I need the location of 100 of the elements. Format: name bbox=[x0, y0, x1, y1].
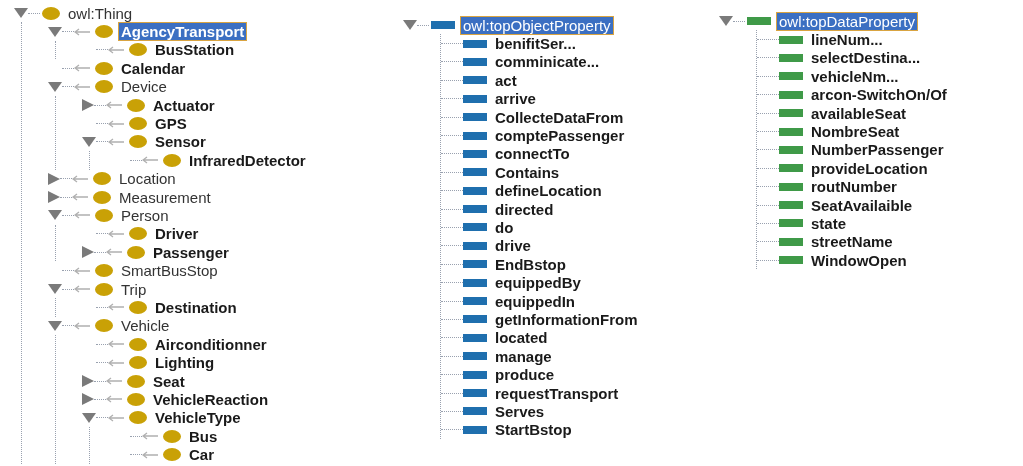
tree-item[interactable]: act bbox=[493, 71, 519, 89]
caret-right-icon[interactable] bbox=[48, 191, 60, 204]
property-bar-icon bbox=[463, 57, 487, 66]
tree-item[interactable]: state bbox=[809, 215, 849, 232]
tree-item[interactable]: Contains bbox=[493, 163, 562, 181]
tree-item[interactable]: streetName bbox=[809, 233, 895, 251]
property-bar-icon bbox=[463, 333, 487, 342]
caret-down-icon[interactable] bbox=[82, 412, 96, 423]
caret-down-icon[interactable] bbox=[14, 8, 28, 19]
tree-item[interactable]: Serves bbox=[493, 402, 547, 420]
tree-item[interactable]: manage bbox=[493, 347, 554, 365]
tree-item[interactable]: connectTo bbox=[493, 145, 572, 163]
tree-item[interactable]: equippedBy bbox=[493, 274, 583, 292]
tree-item[interactable]: Sensor bbox=[153, 133, 208, 151]
tree-item[interactable]: Bus bbox=[187, 427, 220, 445]
tree-item[interactable]: comminicate... bbox=[493, 53, 602, 71]
circle-icon bbox=[163, 448, 181, 462]
caret-down-icon[interactable] bbox=[82, 136, 96, 147]
arrow-left-icon bbox=[108, 413, 124, 422]
caret-down-icon[interactable] bbox=[48, 210, 62, 221]
tree-item[interactable]: vehicleNm... bbox=[809, 67, 901, 85]
tree-item[interactable]: Actuator bbox=[151, 96, 217, 114]
tree-item[interactable]: VehicleReaction bbox=[151, 390, 271, 408]
tree-item[interactable]: availableSeat bbox=[809, 104, 909, 122]
tree-item[interactable]: arrive bbox=[493, 90, 538, 108]
tree-item[interactable]: GPS bbox=[153, 115, 189, 133]
tree-item[interactable]: StartBstop bbox=[493, 421, 574, 439]
arrow-left-icon bbox=[108, 303, 124, 312]
tree-item[interactable]: getInformationFrom bbox=[493, 310, 640, 328]
tree-item[interactable]: Calendar bbox=[119, 59, 188, 77]
tree-item[interactable]: Driver bbox=[153, 225, 201, 243]
tree-item[interactable]: drive bbox=[493, 237, 533, 255]
tree-item[interactable]: AgencyTransport bbox=[119, 23, 247, 41]
caret-right-icon[interactable] bbox=[82, 246, 94, 259]
tree-item[interactable]: owl:topDataProperty bbox=[777, 12, 917, 30]
caret-down-icon[interactable] bbox=[403, 20, 417, 31]
circle-icon bbox=[95, 282, 113, 296]
arrow-left-icon bbox=[74, 211, 90, 220]
circle-icon bbox=[129, 356, 147, 370]
tree-item[interactable]: located bbox=[493, 329, 550, 347]
tree-item[interactable]: BusStation bbox=[153, 41, 237, 59]
arrow-left-icon bbox=[108, 119, 124, 128]
arrow-left-icon bbox=[108, 358, 124, 367]
tree-item[interactable]: benifitSer... bbox=[493, 35, 578, 53]
tree-item[interactable]: Location bbox=[117, 170, 178, 188]
tree-item[interactable]: Car bbox=[187, 446, 216, 464]
caret-right-icon[interactable] bbox=[82, 393, 94, 406]
circle-icon bbox=[127, 392, 145, 406]
tree-item[interactable]: Passenger bbox=[151, 243, 231, 261]
arrow-left-icon bbox=[74, 321, 90, 330]
tree-item[interactable]: Seat bbox=[151, 372, 187, 390]
circle-icon bbox=[95, 264, 113, 278]
tree-item[interactable]: NombreSeat bbox=[809, 123, 902, 141]
caret-down-icon[interactable] bbox=[48, 81, 62, 92]
property-bar-icon bbox=[431, 21, 455, 30]
tree-item[interactable]: equippedIn bbox=[493, 292, 577, 310]
tree-item[interactable]: Device bbox=[119, 78, 169, 96]
arrow-left-icon bbox=[74, 266, 90, 275]
property-bar-icon bbox=[779, 35, 803, 44]
tree-item[interactable]: provideLocation bbox=[809, 159, 930, 177]
tree-item[interactable]: owl:topObjectProperty bbox=[461, 16, 613, 34]
tree-item[interactable]: lineNum... bbox=[809, 31, 885, 49]
tree-item[interactable]: VehicleType bbox=[153, 409, 243, 427]
circle-icon bbox=[129, 43, 147, 57]
tree-item[interactable]: Person bbox=[119, 207, 171, 224]
tree-item[interactable]: do bbox=[493, 219, 516, 236]
tree-item[interactable]: Vehicle bbox=[119, 317, 172, 335]
tree-item[interactable]: owl:Thing bbox=[66, 4, 135, 22]
tree-item[interactable]: Airconditionner bbox=[153, 335, 269, 353]
tree-item[interactable]: arcon-SwitchOn/Of bbox=[809, 86, 949, 104]
property-bar-icon bbox=[463, 39, 487, 48]
tree-item[interactable]: CollecteDataFrom bbox=[493, 108, 626, 126]
circle-icon bbox=[129, 135, 147, 149]
tree-item[interactable]: requestTransport bbox=[493, 384, 621, 402]
tree-item[interactable]: EndBstop bbox=[493, 255, 568, 273]
circle-icon bbox=[95, 80, 113, 94]
property-bar-icon bbox=[463, 186, 487, 195]
tree-item[interactable]: Destination bbox=[153, 298, 239, 316]
caret-down-icon[interactable] bbox=[48, 26, 62, 37]
tree-item[interactable]: Trip bbox=[119, 280, 149, 298]
tree-item[interactable]: comptePassenger bbox=[493, 127, 627, 145]
tree-item[interactable]: Measurement bbox=[117, 188, 213, 206]
caret-right-icon[interactable] bbox=[82, 99, 94, 112]
caret-down-icon[interactable] bbox=[48, 284, 62, 295]
tree-item[interactable]: SeatAvailaible bbox=[809, 196, 915, 214]
tree-item[interactable]: selectDestina... bbox=[809, 49, 923, 67]
tree-item[interactable]: SmartBusStop bbox=[119, 262, 220, 280]
caret-down-icon[interactable] bbox=[48, 320, 62, 331]
tree-item[interactable]: defineLocation bbox=[493, 182, 604, 200]
tree-item[interactable]: NumberPassenger bbox=[809, 141, 946, 159]
circle-icon bbox=[95, 319, 113, 333]
tree-item[interactable]: produce bbox=[493, 366, 557, 384]
tree-item[interactable]: routNumber bbox=[809, 178, 899, 196]
tree-item[interactable]: InfraredDetector bbox=[187, 151, 308, 169]
caret-down-icon[interactable] bbox=[719, 16, 733, 27]
caret-right-icon[interactable] bbox=[82, 375, 94, 387]
tree-item[interactable]: Lighting bbox=[153, 354, 217, 372]
tree-item[interactable]: directed bbox=[493, 200, 556, 218]
caret-right-icon[interactable] bbox=[48, 172, 60, 185]
tree-item[interactable]: WindowOpen bbox=[809, 251, 909, 269]
